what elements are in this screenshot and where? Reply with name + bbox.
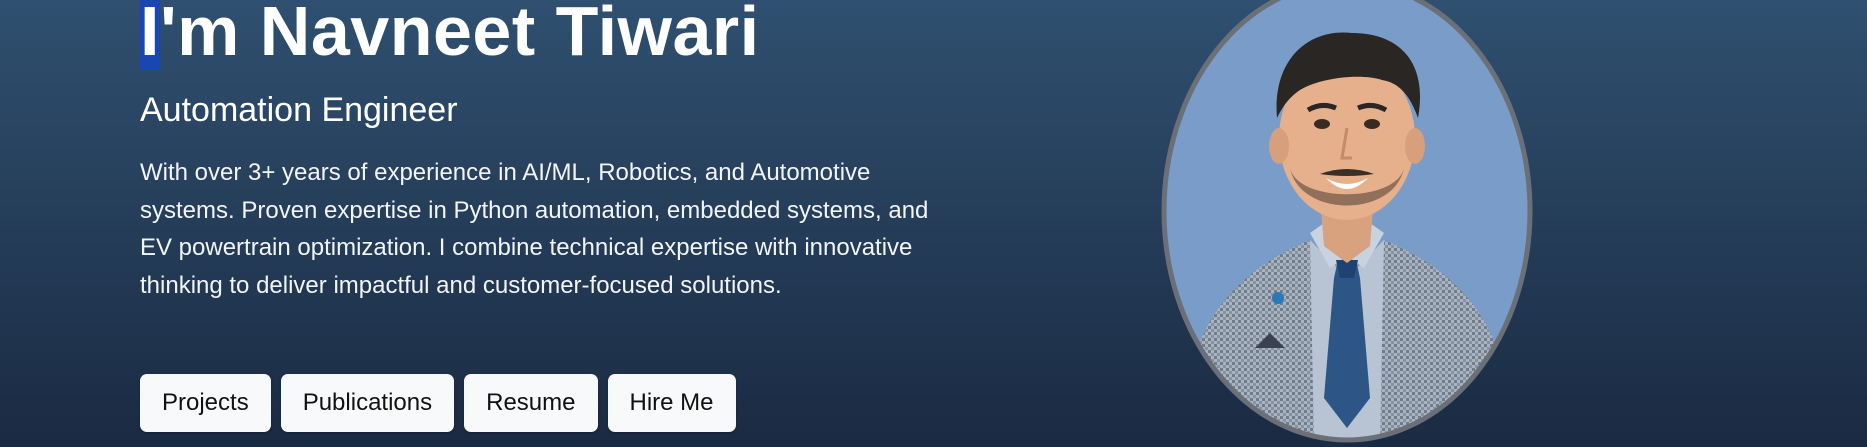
resume-button[interactable]: Resume [464,374,598,432]
hero-role: Automation Engineer [140,91,458,129]
selected-text: I [140,0,160,70]
hero-name-rest: 'm Navneet Tiwari [159,0,760,70]
projects-button[interactable]: Projects [140,374,271,432]
hero-section: I'm Navneet Tiwari Automation Engineer W… [0,0,1867,447]
publications-button[interactable]: Publications [280,374,455,432]
profile-photo [1160,0,1534,444]
hero-button-row: Projects Publications Resume Hire Me [140,374,736,432]
profile-photo-image [1161,0,1533,443]
hero-name: I'm Navneet Tiwari [140,0,760,74]
hero-bio: With over 3+ years of experience in AI/M… [140,159,929,299]
hire-me-button[interactable]: Hire Me [607,374,736,432]
